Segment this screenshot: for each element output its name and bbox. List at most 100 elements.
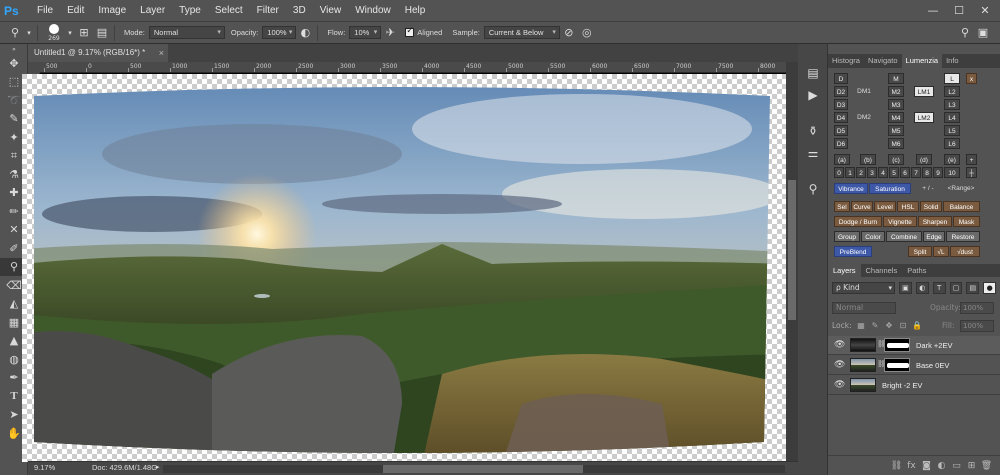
lumenzia-zone-2-button[interactable]: 2 [856,167,866,178]
menu-file[interactable]: File [30,0,60,22]
vertical-scrollbar[interactable] [786,62,798,461]
preset-dropdown-icon[interactable]: ▾ [24,25,34,41]
fill-field[interactable]: 100% [960,320,994,332]
lumenzia-plusminus-button[interactable]: + / - [916,183,940,194]
lumenzia-zone-6-button[interactable]: 6 [900,167,910,178]
lumenzia-m6-button[interactable]: M6 [888,138,904,149]
tool-presets-panel-icon[interactable]: ⚲ [798,178,828,200]
lumenzia-dust-button[interactable]: √dust [950,246,980,257]
lumenzia-split-button[interactable]: Split [908,246,932,257]
maximize-button[interactable]: ☐ [946,0,972,22]
horizontal-ruler[interactable]: 500 0 500 1000 1500 2000 2500 3000 3500 4000 4500 5… [40,62,798,73]
lumenzia-zone-0-button[interactable]: 0 [834,167,844,178]
delete-layer-icon[interactable]: 🗑 [979,461,994,471]
new-layer-icon[interactable]: ⊞ [964,461,979,471]
opacity-field[interactable]: 100% [262,26,297,39]
add-mask-icon[interactable]: ◙ [919,461,934,471]
status-menu-arrow[interactable]: ▸ [156,463,160,471]
lumenzia-sharpen-button[interactable]: Sharpen [918,216,952,227]
lumenzia-zone-b-button[interactable]: (b) [860,154,876,165]
tab-lumenzia[interactable]: Lumenzia [901,54,943,68]
lumenzia-l2-button[interactable]: L2 [944,86,960,97]
layer-kind-dropdown[interactable]: ρ Kind [832,282,896,294]
lumenzia-d2-button[interactable]: D2 [834,86,848,97]
menu-image[interactable]: Image [91,0,133,22]
filter-toggle-icon[interactable]: ● [983,282,997,294]
lumenzia-zone-e-button[interactable]: (e) [944,154,960,165]
lumenzia-zone-3-button[interactable]: 3 [867,167,877,178]
lumenzia-vignette-button[interactable]: Vignette [883,216,917,227]
layer-row-bright[interactable]: 👁 Bright -2 EV [828,376,1000,395]
visibility-eye-icon[interactable]: 👁 [834,360,845,370]
menu-help[interactable]: Help [398,0,433,22]
tab-layers[interactable]: Layers [828,264,861,277]
lock-image-icon[interactable]: ✎ [870,320,880,332]
lumenzia-vibrance-button[interactable]: Vibrance [834,183,868,194]
menu-select[interactable]: Select [208,0,250,22]
lumenzia-preblend-button[interactable]: PreBlend [834,246,872,257]
lumenzia-zone-8-button[interactable]: 8 [922,167,932,178]
layer-opacity-field[interactable]: 100% [960,302,994,314]
filter-pixel-icon[interactable]: ▣ [899,282,912,294]
lumenzia-zone-7-button[interactable]: 7 [911,167,921,178]
lumenzia-m5-button[interactable]: M5 [888,125,904,136]
history-panel-icon[interactable]: ▤ [798,62,828,84]
sample-dropdown[interactable]: Current & Below [483,26,560,39]
lumenzia-edge-button[interactable]: Edge [923,231,945,242]
lumenzia-d4-button[interactable]: D4 [834,112,848,123]
minimize-button[interactable]: — [920,0,946,22]
ruler-origin[interactable] [28,62,40,73]
lumenzia-zone-plus-button[interactable]: + [966,154,977,165]
horizontal-scrollbar[interactable] [163,465,785,473]
flow-field[interactable]: 10% [349,26,382,39]
menu-window[interactable]: Window [348,0,398,22]
adjustments-panel-icon[interactable]: ⚌ [798,142,828,164]
lumenzia-zone-9-button[interactable]: 9 [933,167,943,178]
clone-source-panel-icon[interactable]: ▤ [93,25,111,41]
brush-size-picker[interactable]: 269 [43,23,65,43]
tab-info[interactable]: Info [942,54,963,68]
lumenzia-mask-button[interactable]: Mask [953,216,980,227]
lumenzia-l-button[interactable]: L [944,73,960,84]
menu-filter[interactable]: Filter [250,0,286,22]
horizontal-scrollbar-thumb[interactable] [383,465,583,473]
pressure-opacity-icon[interactable]: ◐ [296,25,314,41]
lumenzia-group-button[interactable]: Group [834,231,860,242]
layer-style-icon[interactable]: fx [904,461,919,471]
ignore-adjustment-layers-icon[interactable]: ⊘ [560,25,578,41]
tab-navigator[interactable]: Navigato [864,54,902,68]
lumenzia-zone-5-button[interactable]: 5 [889,167,899,178]
tab-paths[interactable]: Paths [902,264,931,277]
vertical-scrollbar-thumb[interactable] [788,180,796,320]
tab-histogram[interactable]: Histogra [828,54,864,68]
filter-adjustment-icon[interactable]: ◐ [915,282,929,294]
lumenzia-check-l-button[interactable]: √L [933,246,949,257]
lumenzia-zone-10-button[interactable]: 10 [944,167,960,178]
lumenzia-m-button[interactable]: M [888,73,904,84]
link-layers-icon[interactable]: ⛓ [889,461,904,471]
lumenzia-dm1-button[interactable]: DM1 [854,86,874,97]
lumenzia-range-button[interactable]: <Range> [942,183,980,194]
filter-type-icon[interactable]: T [932,282,946,294]
lumenzia-solid-button[interactable]: Solid [920,201,942,212]
visibility-eye-icon[interactable]: 👁 [834,380,845,390]
move-tool-icon[interactable]: ✥ [0,54,28,73]
layer-row-base[interactable]: 👁 ⛓ Base 0EV [828,356,1000,375]
mode-dropdown[interactable]: Normal [148,26,225,39]
filter-shape-icon[interactable]: ▢ [949,282,963,294]
lock-all-icon[interactable]: 🔒 [912,320,922,332]
blend-mode-dropdown[interactable]: Normal [832,302,896,314]
pressure-size-icon[interactable]: ◎ [578,25,596,41]
brush-presets-panel-icon[interactable]: ⚱ [798,120,828,142]
lumenzia-zone-c-button[interactable]: (c) [888,154,904,165]
visibility-eye-icon[interactable]: 👁 [834,340,845,350]
aligned-checkbox[interactable] [405,26,415,37]
brush-dropdown-icon[interactable]: ▾ [65,25,75,41]
lumenzia-close-button[interactable]: x [966,73,977,84]
menu-view[interactable]: View [313,0,349,22]
lumenzia-dodge-burn-button[interactable]: Dodge / Burn [834,216,882,227]
toolbar-collapse-icon[interactable]: » [0,44,28,54]
lumenzia-d3-button[interactable]: D3 [834,99,848,110]
lumenzia-zone-d-button[interactable]: (d) [916,154,932,165]
actions-panel-icon[interactable]: ▶ [798,84,828,106]
